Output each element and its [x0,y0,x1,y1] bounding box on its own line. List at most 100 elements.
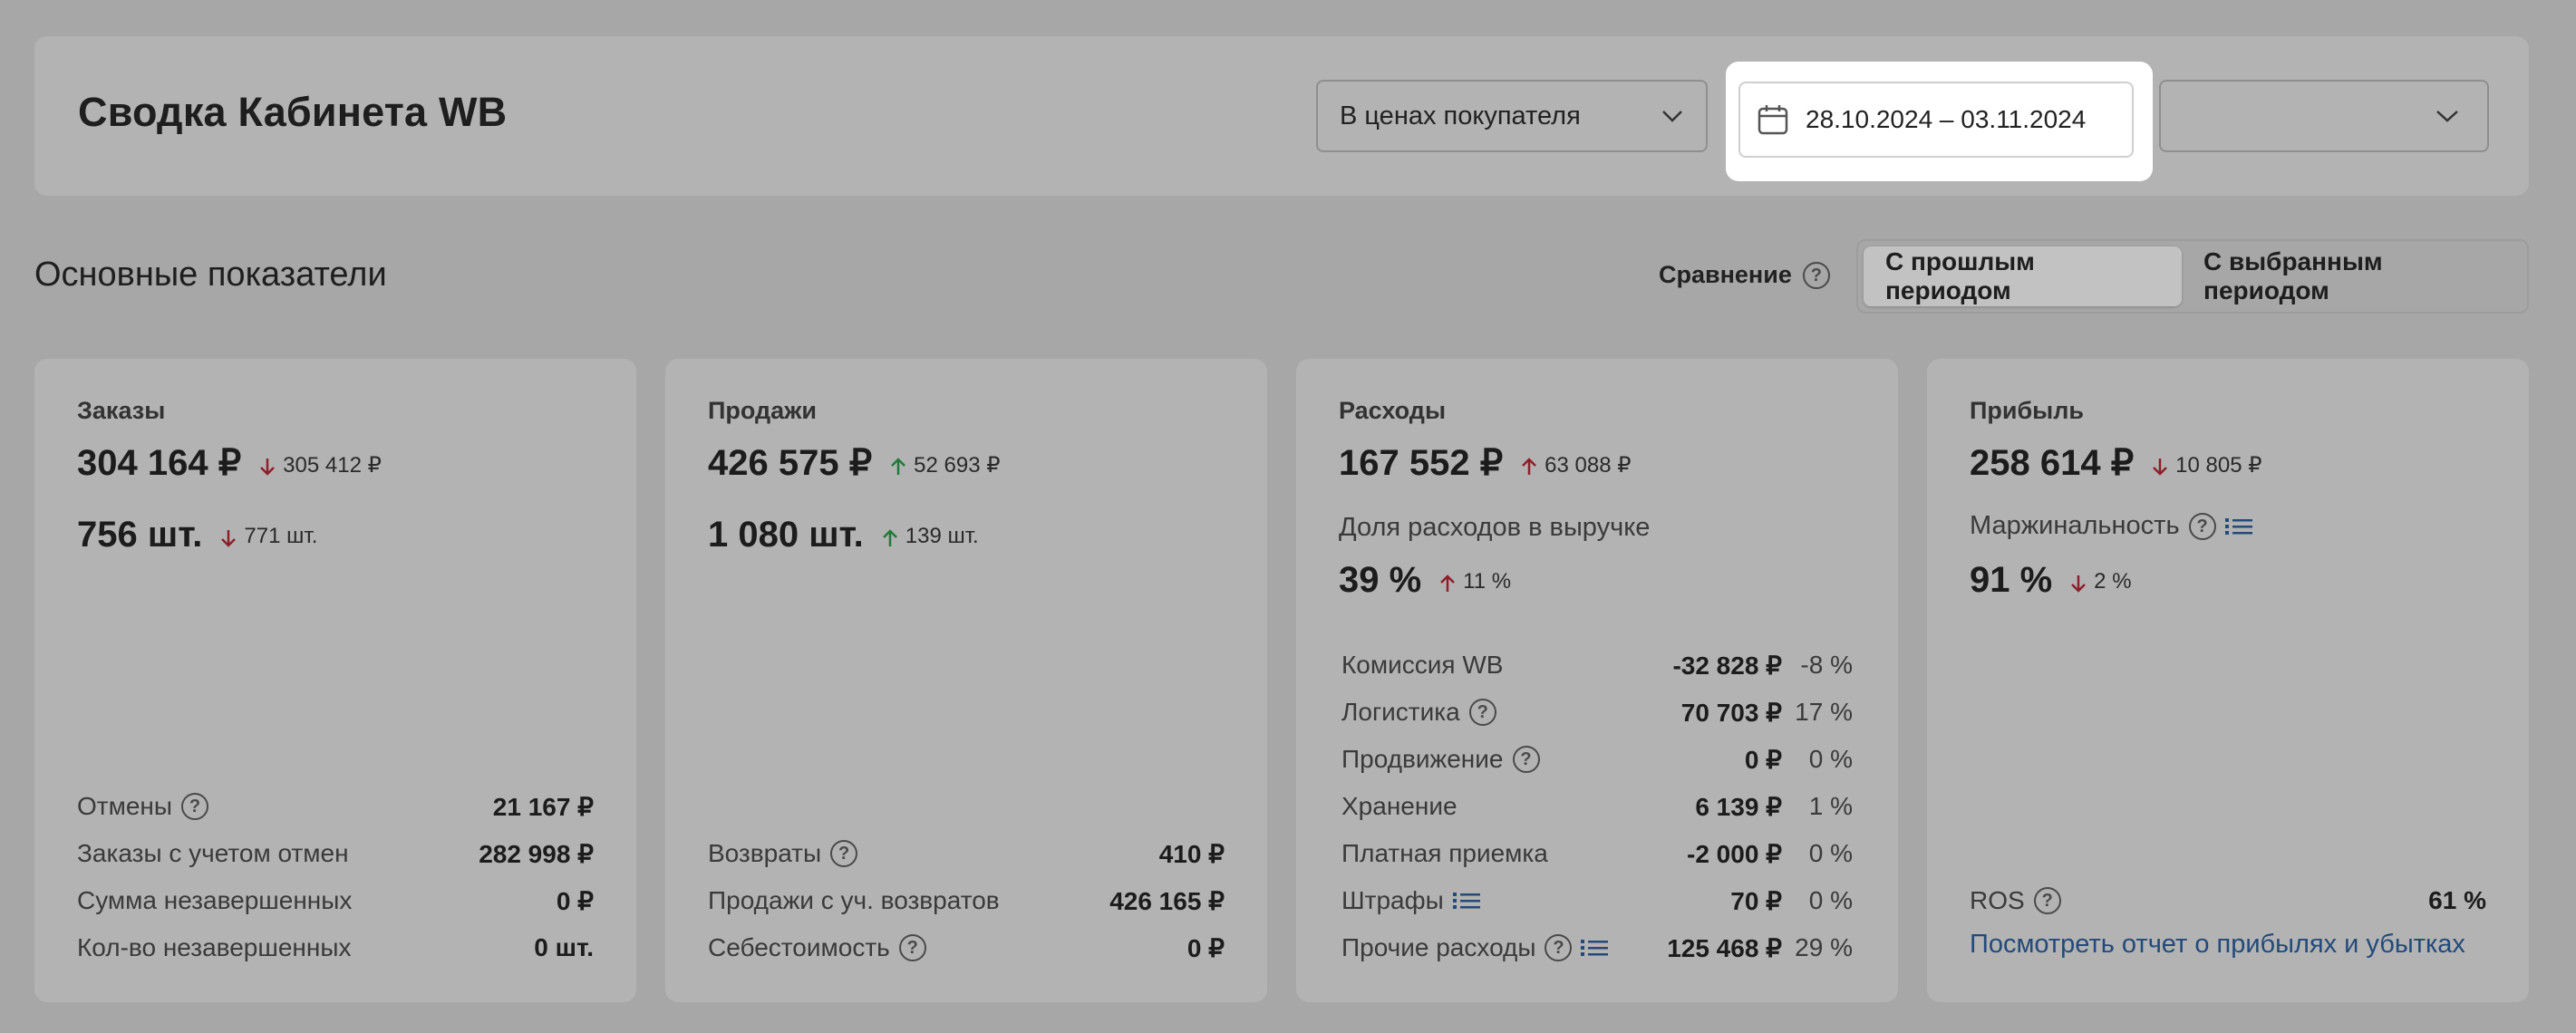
ros-label: ROS [1970,886,2025,914]
list-icon[interactable] [2224,516,2252,537]
table-row: Логистика? 70 703 ₽ 17 % [1341,689,1853,736]
margin-metric: 91 % 2 % [1970,560,2132,601]
help-icon[interactable]: ? [1468,699,1496,726]
help-icon[interactable]: ? [1512,746,1540,773]
row-label: Продвижение [1341,745,1504,773]
table-row: Продажи с уч. возвратов 426 165 ₽ [708,877,1225,924]
row-value: 426 165 ₽ [1109,886,1225,915]
orders-amount-delta: 305 412 ₽ [259,452,382,478]
date-range-picker[interactable]: 28.10.2024 – 03.11.2024 [1738,82,2134,158]
ros-row-wrap: ROS? 61 % [1970,877,2486,924]
orders-count-delta: 771 шт. [220,524,317,549]
calendar-icon [1758,105,1788,135]
help-icon[interactable]: ? [1545,934,1573,961]
row-label: Кол-во незавершенных [77,933,352,961]
expenses-share-delta-value: 11 % [1463,569,1512,594]
row-percent: 1 % [1808,792,1853,820]
table-row: Кол-во незавершенных 0 шт. [77,924,594,971]
row-value: 0 шт. [534,933,594,961]
profit-card: Прибыль 258 614 ₽ 10 805 ₽ Маржинальност… [1927,359,2529,1002]
orders-card: Заказы 304 164 ₽ 305 412 ₽ 756 шт. 771 ш… [34,359,636,1002]
sales-details: Возвраты? 410 ₽ Продажи с уч. возвратов … [708,830,1225,971]
expenses-share-label: Доля расходов в выручке [1339,513,1651,542]
row-label: Сумма незавершенных [77,886,353,914]
row-label: Логистика [1341,698,1460,726]
table-row: Комиссия WB -32 828 ₽ -8 % [1341,642,1853,689]
help-icon[interactable]: ? [2033,887,2061,914]
sales-amount-delta-value: 52 693 ₽ [914,452,1001,478]
row-label: Возвраты [708,839,822,867]
row-value: 0 ₽ [1744,745,1782,774]
table-row: Продвижение? 0 ₽ 0 % [1341,736,1853,783]
help-icon[interactable]: ? [1802,261,1830,289]
list-icon[interactable] [1452,890,1480,912]
help-icon[interactable]: ? [2188,512,2216,540]
profit-amount-metric: 258 614 ₽ 10 805 ₽ [1970,442,2262,484]
row-label: Комиссия WB [1341,651,1504,679]
arrow-up-icon [891,458,906,475]
orders-amount-delta-value: 305 412 ₽ [283,452,382,478]
row-label: Себестоимость [708,933,890,961]
arrow-up-icon [882,529,897,546]
arrow-down-icon [221,530,237,547]
expenses-share: 39 % [1339,560,1422,600]
profit-report-link[interactable]: Посмотреть отчет о прибылях и убытках [1970,930,2465,960]
row-value: -2 000 ₽ [1687,839,1782,868]
table-row: Хранение 6 139 ₽ 1 % [1341,783,1853,830]
row-percent: 0 % [1808,745,1853,773]
orders-details: Отмены? 21 167 ₽ Заказы с учетом отмен 2… [77,783,594,971]
sales-count-delta-value: 139 шт. [905,524,979,548]
margin-delta: 2 % [2070,569,2132,594]
profit-amount-delta: 10 805 ₽ [2152,452,2262,478]
header-panel: Сводка Кабинета WB В ценах покупателя 28… [34,36,2529,196]
arrow-down-icon [260,459,276,476]
row-value: 6 139 ₽ [1695,792,1782,821]
row-percent: 29 % [1795,933,1853,961]
row-value: 125 468 ₽ [1667,933,1782,962]
price-mode-select[interactable]: В ценах покупателя [1316,80,1708,152]
arrow-down-icon [2071,575,2087,593]
sales-count-metric: 1 080 шт. 139 шт. [708,515,979,555]
comparison-label: Сравнение ? [1659,261,1830,289]
help-icon[interactable]: ? [830,840,858,867]
page-title: Сводка Кабинета WB [78,89,508,135]
row-label: Хранение [1341,792,1457,820]
table-row: Платная приемка -2 000 ₽ 0 % [1341,830,1853,877]
row-label: Прочие расходы [1341,933,1536,961]
help-icon[interactable]: ? [898,934,926,961]
row-percent: 0 % [1808,839,1853,867]
margin-value: 91 % [1970,560,2053,600]
row-value: 282 998 ₽ [479,839,594,868]
expenses-details: Комиссия WB -32 828 ₽ -8 % Логистика? 70… [1341,642,1853,971]
sales-count: 1 080 шт. [708,515,864,555]
chevron-down-icon [1662,111,1682,122]
expenses-amount: 167 552 ₽ [1339,443,1504,483]
table-row: Себестоимость? 0 ₽ [708,924,1225,971]
extra-select[interactable] [2159,80,2489,152]
expenses-card: Расходы 167 552 ₽ 63 088 ₽ Доля расходов… [1296,359,1898,1002]
table-row: Заказы с учетом отмен 282 998 ₽ [77,830,594,877]
margin-label-row: Маржинальность ? [1970,511,2252,541]
margin-delta-value: 2 % [2094,569,2132,594]
orders-count: 756 шт. [77,515,203,555]
help-icon[interactable]: ? [181,793,209,820]
row-label: Продажи с уч. возвратов [708,886,1000,914]
price-mode-value: В ценах покупателя [1340,101,1581,130]
date-range-highlight: 28.10.2024 – 03.11.2024 [1726,62,2153,181]
row-value: 0 ₽ [1186,933,1225,962]
expenses-share-metric: 39 % 11 % [1339,560,1511,601]
tab-previous-period[interactable]: С прошлым периодом [1864,246,2183,306]
orders-count-delta-value: 771 шт. [244,524,318,548]
row-percent: -8 % [1800,651,1853,679]
sales-card: Продажи 426 575 ₽ 52 693 ₽ 1 080 шт. 139… [665,359,1267,1002]
table-row: Отмены? 21 167 ₽ [77,783,594,830]
table-row: Прочие расходы ? 125 468 ₽ 29 % [1341,924,1853,971]
comparison-toggle: С прошлым периодом С выбранным периодом [1856,239,2529,314]
row-value: 70 703 ₽ [1680,698,1782,727]
sales-amount-metric: 426 575 ₽ 52 693 ₽ [708,442,1001,484]
list-icon[interactable] [1581,937,1609,959]
tab-selected-period[interactable]: С выбранным периодом [2182,246,2522,306]
expenses-amount-delta: 63 088 ₽ [1521,452,1632,478]
row-label: Заказы с учетом отмен [77,839,349,867]
orders-count-metric: 756 шт. 771 шт. [77,515,317,555]
